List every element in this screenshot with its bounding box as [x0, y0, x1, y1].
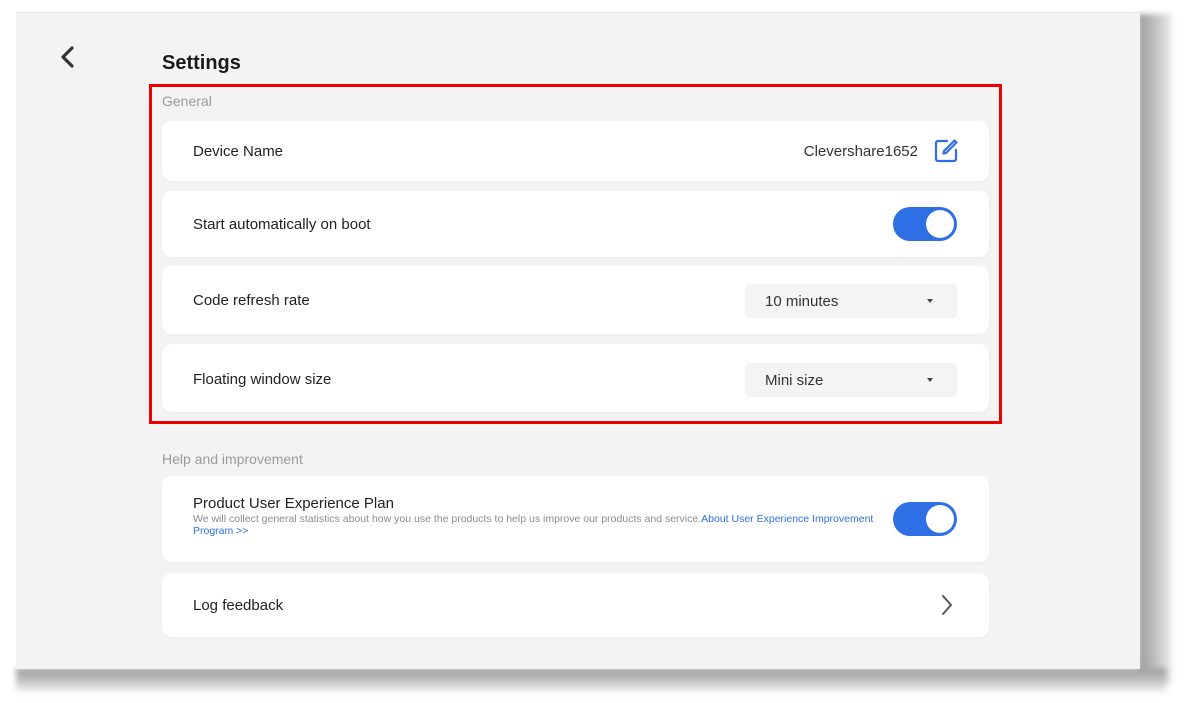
ux-plan-label: Product User Experience Plan [193, 495, 394, 512]
log-feedback-label: Log feedback [193, 597, 284, 614]
device-name-value: Clevershare1652 [803, 143, 918, 160]
edit-icon[interactable] [933, 138, 959, 164]
auto-start-row: Start automatically on boot [162, 191, 989, 257]
ux-plan-row: Product User Experience Plan We will col… [162, 476, 989, 562]
device-name-row: Device Name Clevershare1652 [162, 121, 989, 181]
section-label-general: General [162, 93, 212, 109]
toggle-knob [926, 505, 954, 533]
code-refresh-row: Code refresh rate 10 minutes [162, 266, 989, 334]
page-title: Settings [162, 52, 241, 74]
device-name-label: Device Name [193, 143, 284, 160]
ux-plan-toggle[interactable] [893, 502, 957, 536]
caret-down-icon [927, 299, 933, 303]
floating-window-label: Floating window size [193, 371, 332, 388]
chevron-right-icon[interactable] [939, 593, 955, 617]
frame-shadow-bottom [16, 668, 1166, 692]
floating-window-selected: Mini size [765, 372, 824, 389]
floating-window-select[interactable]: Mini size [745, 363, 957, 397]
code-refresh-select[interactable]: 10 minutes [745, 284, 957, 318]
caret-down-icon [927, 378, 933, 382]
auto-start-toggle[interactable] [893, 207, 957, 241]
stage: Settings General Device Name Clevershare… [0, 0, 1192, 703]
ux-plan-description-block: We will collect general statistics about… [193, 513, 883, 537]
chevron-left-icon[interactable] [56, 44, 80, 72]
floating-window-row: Floating window size Mini size [162, 344, 989, 412]
code-refresh-label: Code refresh rate [193, 292, 310, 309]
auto-start-label: Start automatically on boot [193, 216, 371, 233]
ux-plan-description: We will collect general statistics about… [193, 513, 702, 525]
frame-shadow-right [1138, 14, 1172, 684]
section-label-help: Help and improvement [162, 451, 303, 467]
settings-screen [16, 12, 1140, 669]
toggle-knob [926, 210, 954, 238]
log-feedback-row[interactable]: Log feedback [162, 573, 989, 637]
code-refresh-selected: 10 minutes [765, 293, 839, 310]
